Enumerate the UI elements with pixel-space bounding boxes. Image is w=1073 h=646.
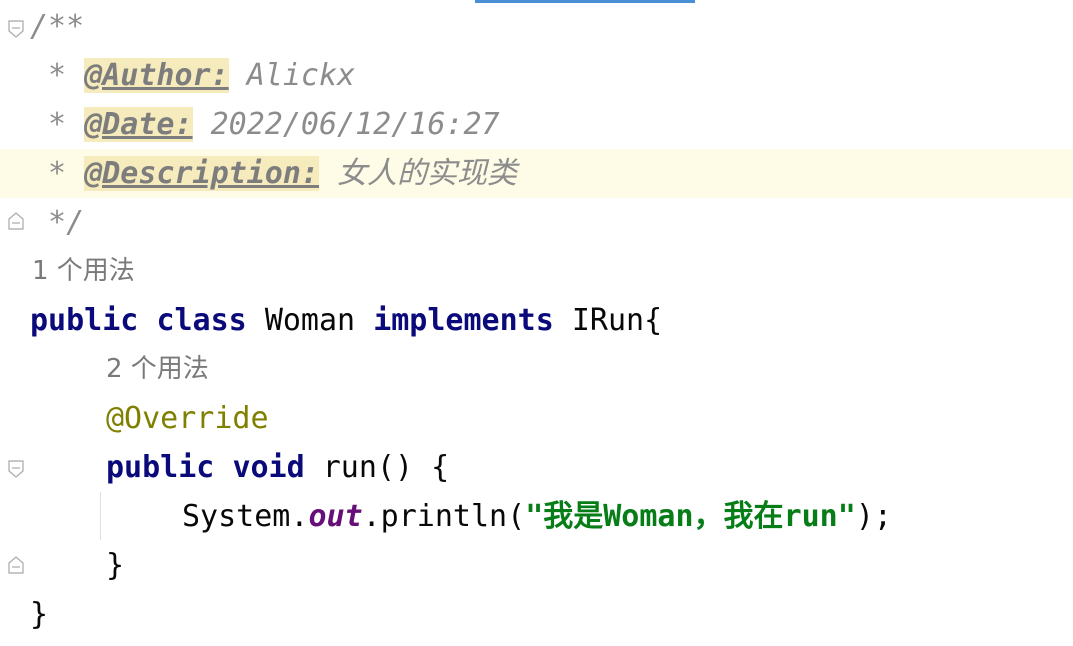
keyword-void: void [232, 450, 305, 485]
code-line-class-close[interactable]: } [30, 590, 48, 639]
code-line-author[interactable]: * @Author: Alickx [30, 51, 355, 100]
class-name: Woman [264, 303, 356, 338]
code-line-method-close[interactable]: } [106, 541, 124, 590]
code-line-comment-close[interactable]: */ [30, 198, 84, 247]
string-literal: Woman [603, 499, 694, 534]
string-literal: " [837, 499, 856, 534]
method-call: .println( [362, 499, 526, 534]
fold-close-icon[interactable] [8, 556, 24, 574]
closing-brace: } [106, 548, 125, 583]
javadoc-tag-description: @Description: [84, 156, 319, 191]
javadoc-tag-date: @Date: [84, 107, 193, 142]
receiver-system: System. [182, 499, 309, 534]
code-line-method-declaration[interactable]: public void run() { [106, 443, 449, 492]
string-literal: run [783, 499, 838, 534]
string-literal: "我是 [525, 499, 604, 534]
comment-text: */ [30, 205, 85, 240]
closing-brace: } [30, 597, 49, 632]
keyword-public: public [30, 303, 139, 338]
annotation-override: @Override [106, 401, 269, 436]
comment-text: /** [30, 9, 85, 44]
comment-prefix: * [30, 156, 85, 191]
static-field-out: out [308, 499, 363, 534]
code-line-description[interactable]: * @Description: 女人的实现类 [30, 149, 517, 198]
code-line-comment-open[interactable]: /** [30, 2, 84, 51]
method-signature: run() { [322, 450, 450, 485]
usage-hint-class[interactable]: 1 个用法 [32, 247, 135, 296]
fold-close-icon[interactable] [8, 212, 24, 230]
scroll-indicator[interactable] [475, 0, 695, 3]
fold-open-icon[interactable] [8, 460, 24, 478]
usage-hint-method[interactable]: 2 个用法 [106, 345, 209, 394]
code-editor[interactable]: /** * @Author: Alickx * @Date: 2022/06/1… [0, 0, 1073, 646]
date-value: 2022/06/12/16:27 [192, 107, 500, 142]
statement-end: ); [855, 499, 892, 534]
javadoc-tag-author: @Author: [84, 58, 229, 93]
code-line-class-declaration[interactable]: public class Woman implements IRun{ [30, 296, 662, 345]
code-line-annotation[interactable]: @Override [106, 394, 269, 443]
comment-prefix: * [30, 58, 85, 93]
keyword-implements: implements [373, 303, 554, 338]
indent-guide [100, 492, 101, 540]
description-value: 女人的实现类 [319, 156, 518, 191]
keyword-class: class [156, 303, 247, 338]
interface-name: IRun{ [571, 303, 663, 338]
comment-prefix: * [30, 107, 85, 142]
author-value: Alickx [228, 58, 356, 93]
code-line-println[interactable]: System.out.println("我是Woman，我在run"); [182, 492, 892, 541]
string-literal: ，我在 [693, 499, 784, 534]
code-line-date[interactable]: * @Date: 2022/06/12/16:27 [30, 100, 500, 149]
fold-open-icon[interactable] [8, 20, 24, 38]
keyword-public: public [106, 450, 215, 485]
editor-gutter[interactable] [0, 0, 30, 646]
